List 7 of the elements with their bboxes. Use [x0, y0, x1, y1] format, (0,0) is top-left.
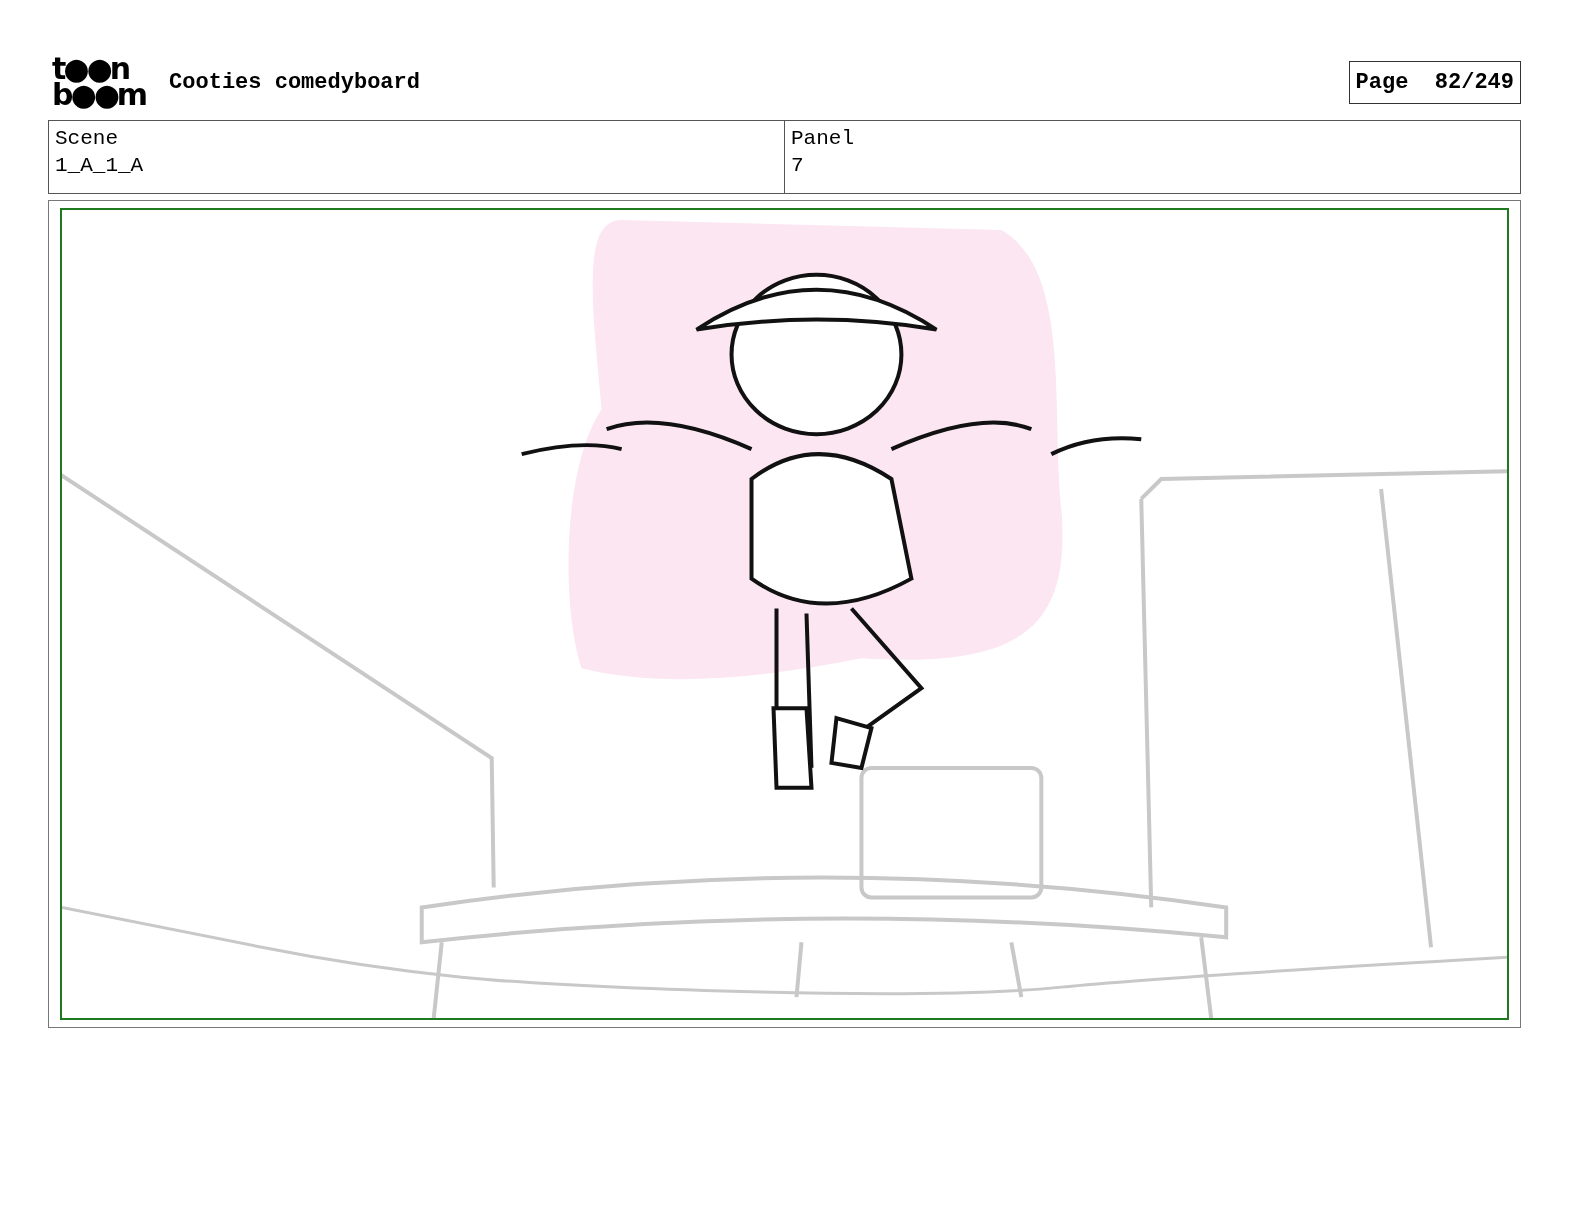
field-label: Scene: [55, 127, 119, 150]
board-title: Cooties comedyboard: [169, 69, 421, 95]
field-label: Panel: [791, 127, 855, 150]
field-value: 7: [791, 154, 805, 177]
logo: t●●n b●●m: [52, 56, 146, 108]
field-value: 1_A_1_A: [55, 154, 145, 177]
page-counter: Page 82/249: [1348, 60, 1521, 104]
